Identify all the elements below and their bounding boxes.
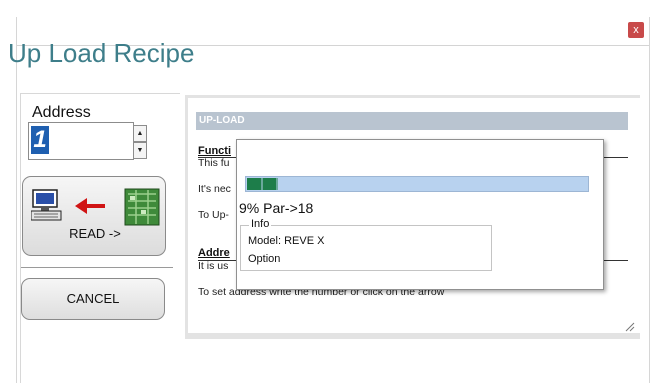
info-groupbox: Info Model: REVE X Option [240, 218, 492, 271]
address-spinbox[interactable]: 1 ▲ ▼ [28, 122, 147, 160]
dialog-title: Up Load Recipe [8, 38, 195, 68]
address-value[interactable]: 1 [31, 126, 49, 154]
info-legend: Info [249, 218, 272, 230]
upload-progress-status: 9% Par->18 [239, 200, 314, 216]
help-need-text: It's nec [198, 183, 231, 195]
address-label: Address [32, 104, 91, 121]
option-text: Option [248, 253, 281, 265]
model-text: Model: REVE X [248, 235, 325, 247]
read-button-label: READ -> [69, 226, 121, 241]
help-upload-text: To Up- [198, 209, 229, 221]
close-button[interactable]: x [628, 22, 644, 38]
spin-up-arrow-icon[interactable]: ▲ [133, 125, 147, 142]
spin-down-arrow-icon[interactable]: ▼ [133, 142, 147, 159]
resize-grip-icon[interactable] [625, 322, 635, 332]
cancel-button[interactable]: CANCEL [21, 278, 165, 320]
pc-to-device-icon [31, 188, 160, 226]
read-button[interactable]: READ -> [22, 176, 166, 256]
help-function-heading: Functi [198, 145, 231, 157]
help-section-header: UP-LOAD [196, 112, 628, 130]
help-function-text: This fu [198, 157, 230, 169]
upload-progress-popup: 9% Par->18 Info Model: REVE X Option [236, 139, 604, 290]
left-separator [21, 267, 173, 268]
help-address-text: It is us [198, 260, 229, 272]
upload-progress-bar [245, 176, 589, 192]
help-address-heading: Addre [198, 247, 230, 259]
upload-progress-fill [247, 178, 278, 190]
